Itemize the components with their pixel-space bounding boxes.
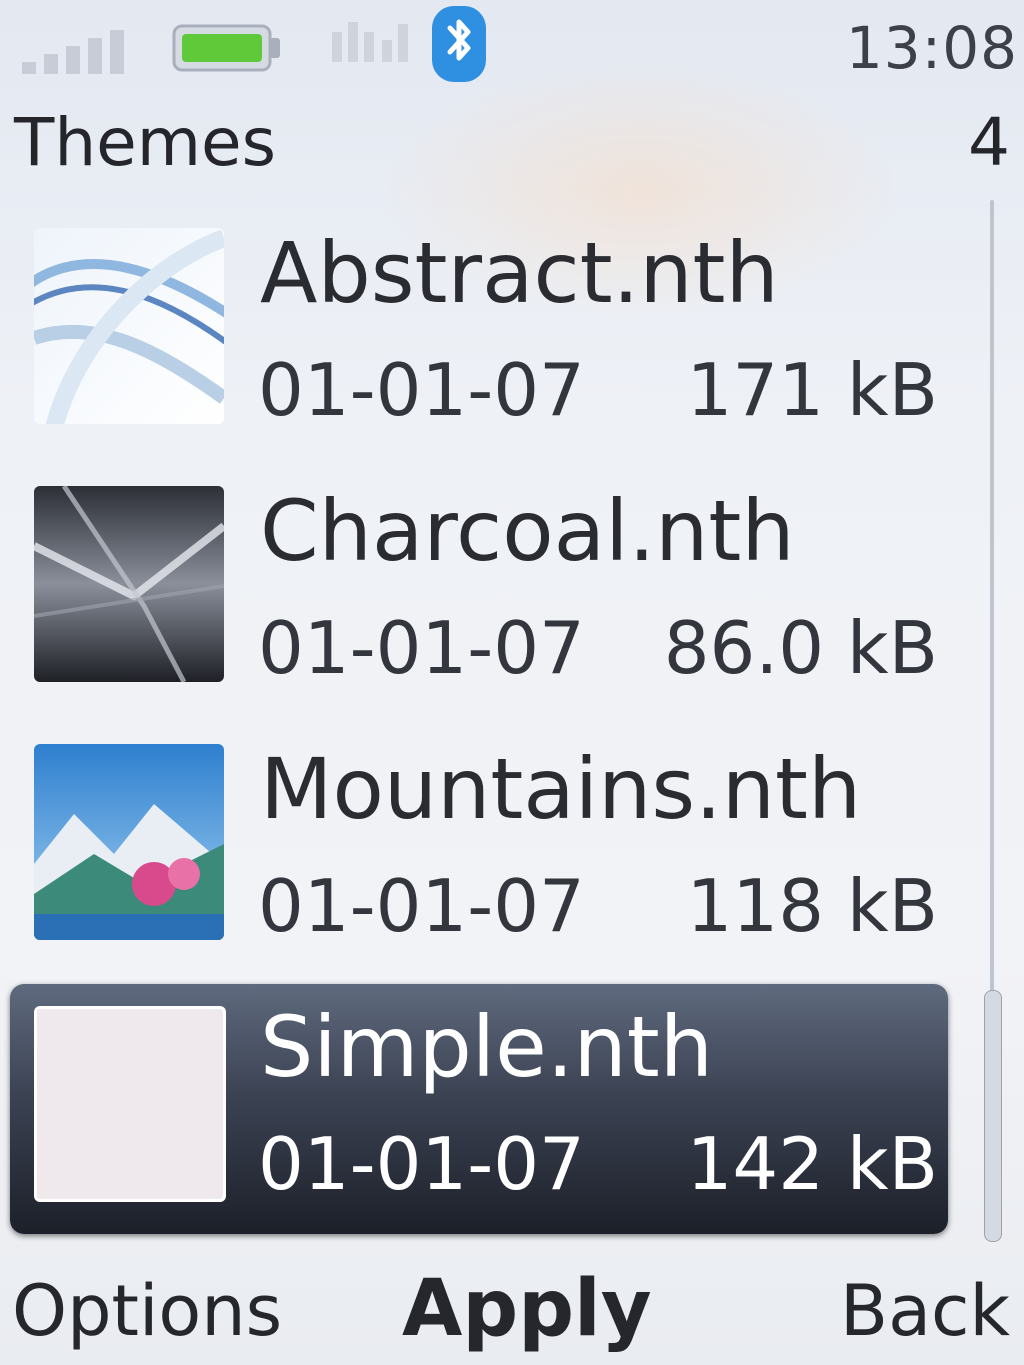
theme-name: Abstract.nth	[260, 224, 779, 322]
theme-date: 01-01-07	[258, 606, 585, 690]
theme-name: Simple.nth	[260, 998, 713, 1096]
theme-size: 142 kB	[686, 1122, 938, 1206]
item-count: 4	[968, 104, 1010, 181]
theme-thumbnail-mountains	[34, 744, 224, 940]
theme-size: 86.0 kB	[663, 606, 938, 690]
list-item-mountains[interactable]: Mountains.nth 01-01-07 118 kB	[10, 726, 948, 976]
theme-date: 01-01-07	[258, 348, 585, 432]
clock: 13:08	[845, 14, 1018, 82]
theme-size: 118 kB	[686, 864, 938, 948]
theme-thumbnail-abstract	[34, 228, 224, 424]
theme-thumbnail-simple	[34, 1006, 226, 1202]
phone-screen: 13:08 Themes 4 Abstract.nth 01-01-07 171…	[0, 0, 1024, 1365]
theme-name: Mountains.nth	[260, 740, 862, 838]
theme-date: 01-01-07	[258, 1122, 585, 1206]
options-button[interactable]: Options	[12, 1270, 282, 1352]
title-bar: Themes 4	[0, 100, 1024, 190]
theme-date: 01-01-07	[258, 864, 585, 948]
theme-list: Abstract.nth 01-01-07 171 kB Charcoal.nt…	[0, 210, 960, 1240]
theme-name: Charcoal.nth	[260, 482, 795, 580]
softkey-bar: Options Apply Back	[0, 1260, 1024, 1365]
list-item-simple[interactable]: Simple.nth 01-01-07 142 kB	[10, 984, 948, 1234]
page-title: Themes	[14, 104, 277, 181]
list-item-abstract[interactable]: Abstract.nth 01-01-07 171 kB	[10, 210, 948, 460]
network-icon	[332, 22, 408, 62]
theme-size: 171 kB	[686, 348, 938, 432]
scrollbar[interactable]	[980, 200, 1006, 1242]
signal-icon	[22, 30, 124, 74]
bluetooth-icon	[432, 6, 486, 82]
battery-icon	[172, 24, 280, 72]
list-item-charcoal[interactable]: Charcoal.nth 01-01-07 86.0 kB	[10, 468, 948, 718]
apply-button[interactable]: Apply	[402, 1264, 652, 1354]
back-button[interactable]: Back	[840, 1270, 1010, 1352]
status-bar: 13:08	[0, 0, 1024, 100]
scrollbar-thumb[interactable]	[984, 990, 1002, 1242]
theme-thumbnail-charcoal	[34, 486, 224, 682]
